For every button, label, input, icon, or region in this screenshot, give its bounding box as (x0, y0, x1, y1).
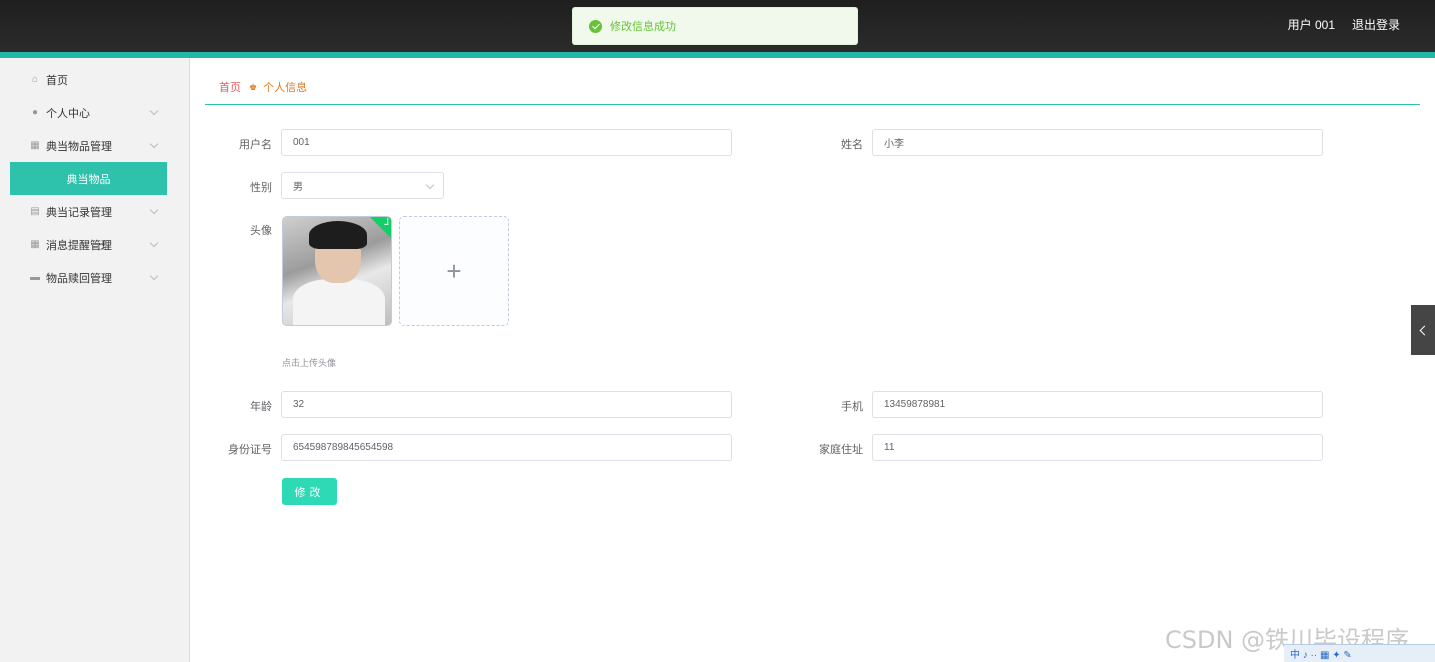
breadcrumb-separator-icon: ♚ (249, 81, 258, 92)
upload-tip: 点击上传头像 (282, 358, 337, 368)
collapse-panel-button[interactable] (1411, 305, 1435, 355)
age-field[interactable]: 32 (281, 391, 732, 418)
id-card-label: 身份证号 (228, 444, 272, 456)
sidebar-item-pawn-records[interactable]: ▤ 典当记录管理 (0, 195, 189, 228)
sidebar-item-personal-center[interactable]: ● 个人中心 (0, 96, 189, 129)
hand-cursor-icon: ☝ (98, 237, 107, 253)
avatar-image[interactable] (282, 216, 392, 326)
username-field[interactable]: 001 (281, 129, 732, 156)
chevron-down-icon (149, 271, 159, 281)
address-label: 家庭住址 (819, 444, 863, 456)
phone-label: 手机 (841, 401, 863, 413)
username-value: 001 (293, 137, 310, 148)
plus-icon: + (446, 255, 462, 286)
current-user-label: 用户 001 (1287, 18, 1335, 32)
address-value: 11 (884, 442, 895, 453)
submit-button[interactable]: 修改 (282, 478, 337, 505)
sidebar-item-label: 个人中心 (46, 107, 90, 120)
name-value: 小李 (884, 139, 904, 150)
logout-button[interactable]: 退出登录 (1352, 16, 1400, 33)
ime-toolbar-text: 中 ♪ ·· ▦ ✦ ✎ (1290, 650, 1352, 661)
gender-select[interactable]: 男 (281, 172, 444, 199)
success-check-icon (589, 19, 602, 33)
address-field[interactable]: 11 (872, 434, 1323, 461)
sidebar-subitem-pawn-goods[interactable]: 典当物品 (10, 162, 167, 195)
phone-value: 13459878981 (884, 399, 946, 410)
upload-success-check-icon (370, 217, 391, 239)
gender-label: 性别 (250, 182, 272, 194)
avatar-body-shape (293, 279, 385, 325)
phone-field[interactable]: 13459878981 (872, 391, 1323, 418)
age-label: 年龄 (250, 401, 272, 413)
top-bar-accent (0, 52, 1435, 58)
chevron-down-icon (425, 180, 435, 190)
clipboard-icon: ▤ (30, 205, 40, 217)
toast-message: 修改信息成功 (610, 21, 676, 33)
sidebar: ⌂ 首页 ● 个人中心 ▦ 典当物品管理 ▤ 典当记录管理 ▦ 消息提醒管理 ▬… (0, 58, 190, 662)
name-field[interactable]: 小李 (872, 129, 1323, 156)
briefcase-icon: ▬ (30, 271, 40, 283)
breadcrumb-current: 个人信息 (263, 82, 308, 94)
breadcrumb-home[interactable]: 首页 (219, 79, 241, 95)
chevron-down-icon (149, 139, 159, 149)
chevron-down-icon (149, 238, 159, 248)
id-card-value: 654598789845654598 (293, 442, 394, 453)
chevron-down-icon (149, 106, 159, 116)
breadcrumb-divider (205, 104, 1420, 105)
sidebar-item-message-reminders[interactable]: ▦ 消息提醒管理 (0, 228, 189, 261)
ime-toolbar[interactable]: 中 ♪ ·· ▦ ✦ ✎ (1284, 644, 1435, 662)
grid-icon: ▦ (30, 139, 40, 151)
grid-icon: ▦ (30, 238, 40, 250)
home-icon: ⌂ (31, 73, 39, 85)
success-toast: 修改信息成功 (572, 7, 858, 45)
id-card-field[interactable]: 654598789845654598 (281, 434, 732, 461)
sidebar-item-label: 物品赎回管理 (46, 272, 112, 285)
breadcrumb: 首页 ♚ 个人信息 (219, 79, 307, 95)
username-label: 用户名 (239, 139, 272, 151)
gender-value: 男 (293, 182, 303, 193)
sidebar-item-label: 典当物品管理 (46, 140, 112, 153)
avatar-hair-shape (309, 221, 367, 249)
sidebar-item-redemption[interactable]: ▬ 物品赎回管理 (0, 261, 189, 294)
age-value: 32 (293, 399, 305, 410)
chevron-down-icon (149, 205, 159, 215)
sidebar-item-home[interactable]: ⌂ 首页 (0, 63, 189, 96)
upload-avatar-button[interactable]: + (399, 216, 509, 326)
sidebar-item-pawn-goods[interactable]: ▦ 典当物品管理 (0, 129, 189, 162)
name-label: 姓名 (841, 139, 863, 151)
avatar-label: 头像 (250, 225, 272, 237)
sidebar-item-label: 典当记录管理 (46, 206, 112, 219)
user-icon: ● (31, 106, 39, 118)
sidebar-item-label: 首页 (46, 74, 68, 87)
